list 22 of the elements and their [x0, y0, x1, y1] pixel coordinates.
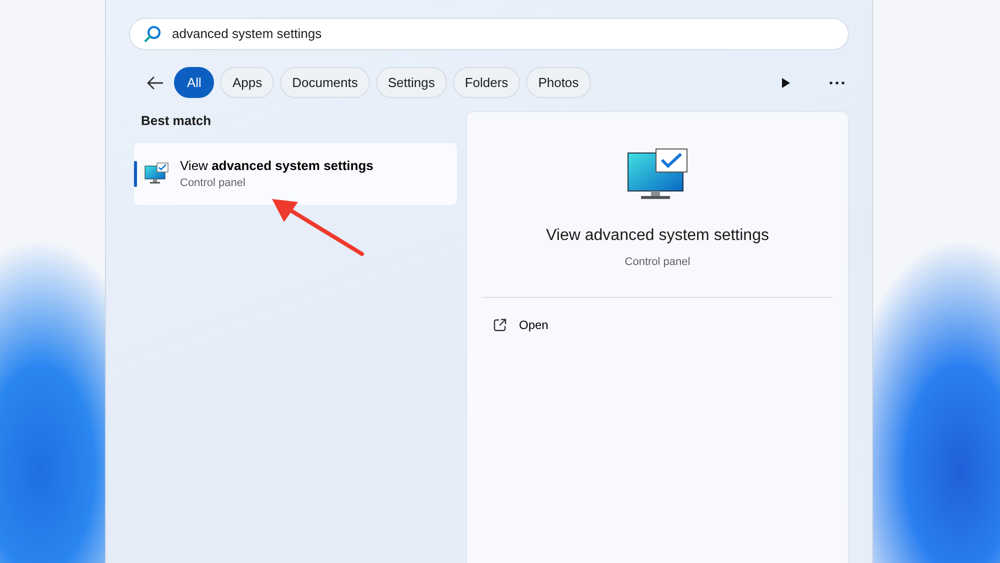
detail-title: View advanced system settings [545, 226, 770, 246]
search-icon [144, 25, 162, 43]
monitor-icon [144, 162, 170, 186]
external-link-icon [493, 318, 507, 332]
monitor-icon [626, 148, 688, 202]
filter-tab[interactable]: Folders [452, 67, 520, 98]
result-title: View advanced system settings [180, 156, 374, 175]
filter-tab[interactable]: Apps [220, 67, 274, 98]
play-icon [781, 76, 791, 88]
search-result[interactable]: View advanced system settings Control panel [134, 142, 457, 204]
detail-subtitle: Control panel [624, 255, 692, 270]
filter-tab[interactable]: Documents [280, 67, 370, 98]
open-action[interactable]: Open [467, 312, 574, 338]
more-icon [829, 80, 845, 84]
filter-tab[interactable]: Settings [376, 67, 447, 98]
section-heading: Best match [141, 112, 212, 130]
filter-tab[interactable]: All [174, 67, 214, 98]
back-arrow-icon [146, 76, 164, 90]
filter-tab[interactable]: Photos [526, 67, 591, 98]
result-subtitle: Control panel [180, 176, 246, 191]
search-input[interactable]: advanced system settings [172, 24, 834, 44]
search-field[interactable]: advanced system settings [129, 18, 849, 50]
